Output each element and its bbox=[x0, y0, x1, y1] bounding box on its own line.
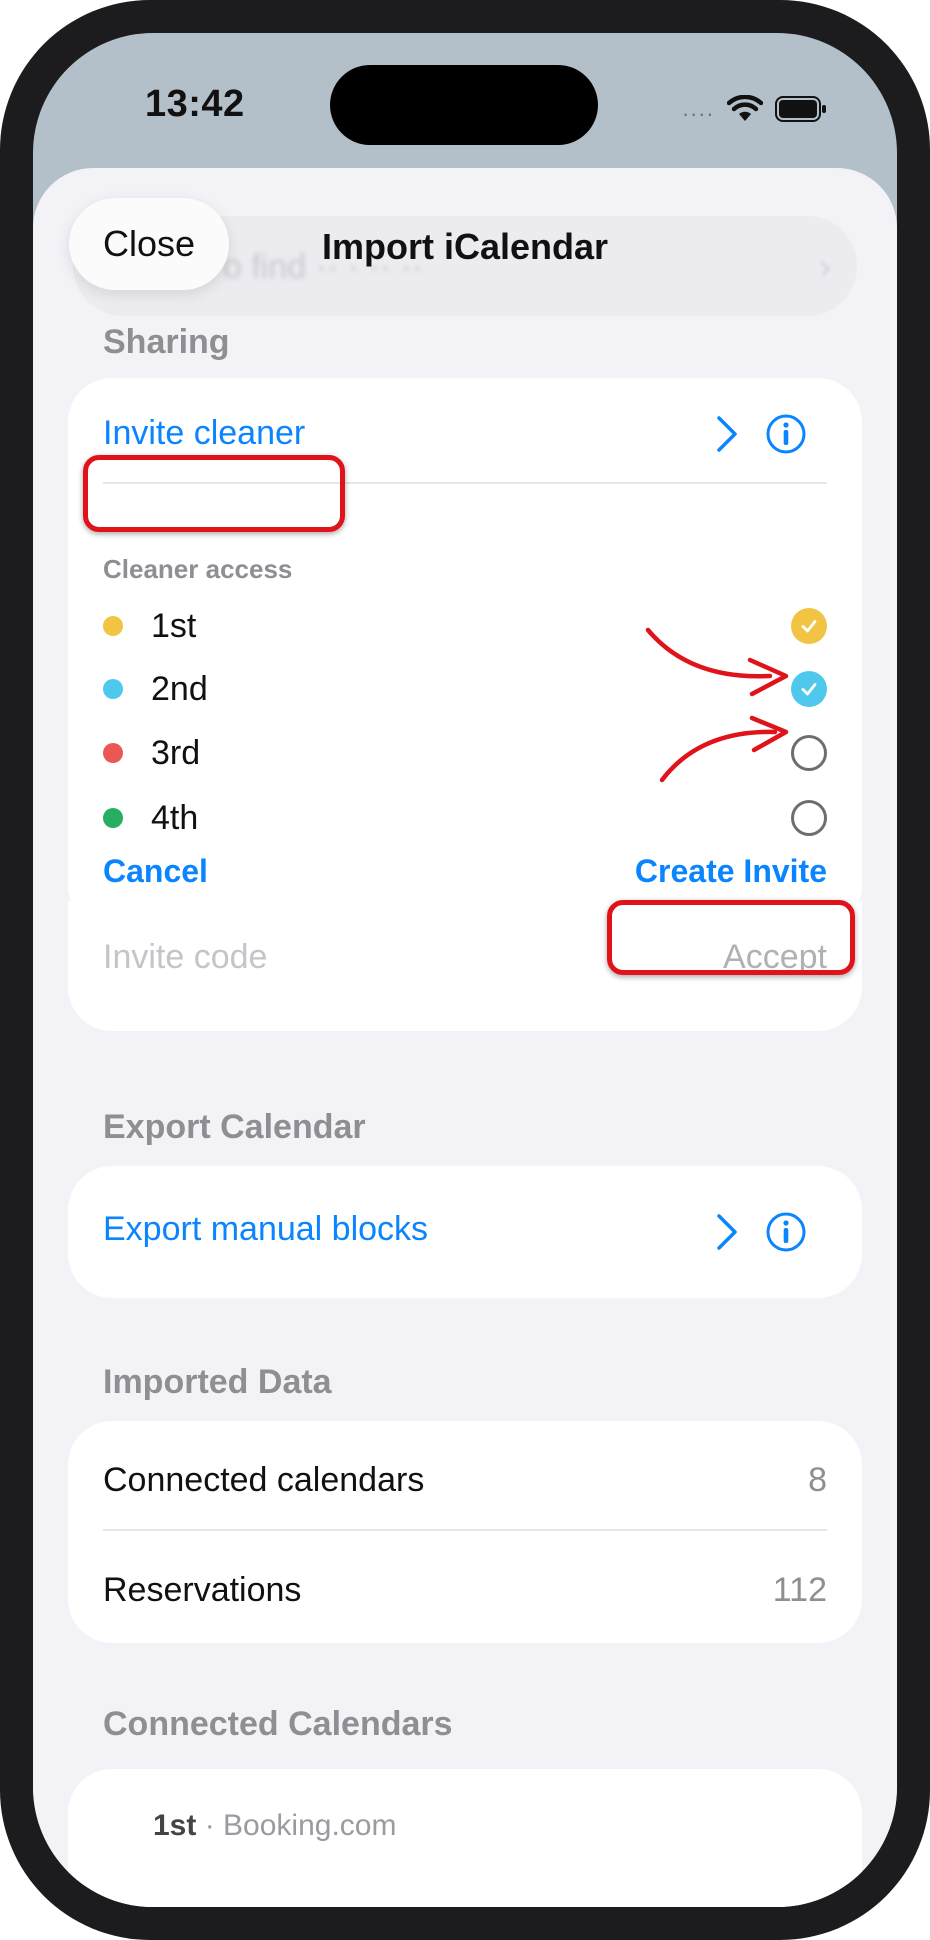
access-row-3rd[interactable]: 3rd bbox=[103, 725, 827, 781]
section-header-connected: Connected Calendars bbox=[103, 1705, 453, 1743]
invite-cleaner-link[interactable]: Invite cleaner bbox=[103, 414, 305, 453]
connected-calendars-label: Connected calendars bbox=[103, 1461, 425, 1499]
cancel-button[interactable]: Cancel bbox=[103, 853, 208, 890]
color-dot-2nd bbox=[103, 679, 123, 699]
export-card: Export manual blocks bbox=[68, 1166, 862, 1298]
divider bbox=[103, 1529, 827, 1531]
imported-data-card: Connected calendars 8 Reservations 112 bbox=[68, 1421, 862, 1643]
access-row-2nd[interactable]: 2nd bbox=[103, 661, 827, 717]
section-header-imported: Imported Data bbox=[103, 1363, 332, 1401]
invite-code-field[interactable]: Invite code bbox=[103, 938, 267, 977]
cleaner-access-label: Cleaner access bbox=[103, 554, 293, 584]
annotation-highlight-invite-cleaner bbox=[83, 455, 345, 532]
calendar-source: Booking.com bbox=[223, 1809, 397, 1842]
dynamic-island bbox=[330, 65, 598, 145]
color-dot-4th bbox=[103, 808, 123, 828]
section-header-sharing: Sharing bbox=[103, 323, 230, 361]
checkmark-icon[interactable] bbox=[791, 671, 827, 707]
section-header-export: Export Calendar bbox=[103, 1108, 366, 1146]
color-dot-3rd bbox=[103, 743, 123, 763]
info-icon[interactable] bbox=[765, 1211, 807, 1253]
access-name: 1st bbox=[151, 606, 197, 645]
info-icon[interactable] bbox=[765, 413, 807, 455]
phone-frame: 13:42 .... o find ·· · ·· ·· › Close Imp… bbox=[0, 0, 930, 1940]
page-title: Import iCalendar bbox=[321, 226, 609, 267]
create-invite-button[interactable]: Create Invite bbox=[635, 853, 827, 890]
calendar-item[interactable]: 1st · Booking.com bbox=[153, 1809, 396, 1843]
connected-calendars-count: 8 bbox=[808, 1461, 827, 1499]
import-sheet: o find ·· · ·· ·· › Close Import iCalend… bbox=[33, 168, 897, 1907]
access-name: 2nd bbox=[151, 669, 208, 708]
checkmark-icon[interactable] bbox=[791, 608, 827, 644]
chevron-right-icon[interactable] bbox=[714, 414, 740, 454]
unchecked-circle-icon[interactable] bbox=[791, 735, 827, 771]
reservations-count: 112 bbox=[772, 1571, 827, 1609]
status-icons: .... bbox=[683, 89, 827, 129]
chevron-right-icon[interactable] bbox=[714, 1212, 740, 1252]
access-row-4th[interactable]: 4th bbox=[103, 790, 827, 846]
battery-icon bbox=[775, 96, 826, 122]
status-bar: 13:42 .... bbox=[33, 33, 897, 173]
connected-calendars-card: 1st · Booking.com bbox=[68, 1769, 862, 1907]
wifi-icon bbox=[727, 95, 763, 121]
annotation-highlight-create-invite bbox=[607, 900, 855, 975]
export-manual-blocks-link[interactable]: Export manual blocks bbox=[103, 1210, 428, 1249]
signal-dots: .... bbox=[682, 96, 715, 121]
access-name: 4th bbox=[151, 798, 199, 837]
access-name: 3rd bbox=[151, 733, 201, 772]
calendar-name: 1st bbox=[153, 1809, 197, 1842]
reservations-label: Reservations bbox=[103, 1571, 302, 1609]
unchecked-circle-icon[interactable] bbox=[791, 800, 827, 836]
calendar-separator: · bbox=[204, 1809, 224, 1842]
status-time: 13:42 bbox=[145, 83, 245, 125]
color-dot-1st bbox=[103, 616, 123, 636]
access-row-1st[interactable]: 1st bbox=[103, 598, 827, 654]
